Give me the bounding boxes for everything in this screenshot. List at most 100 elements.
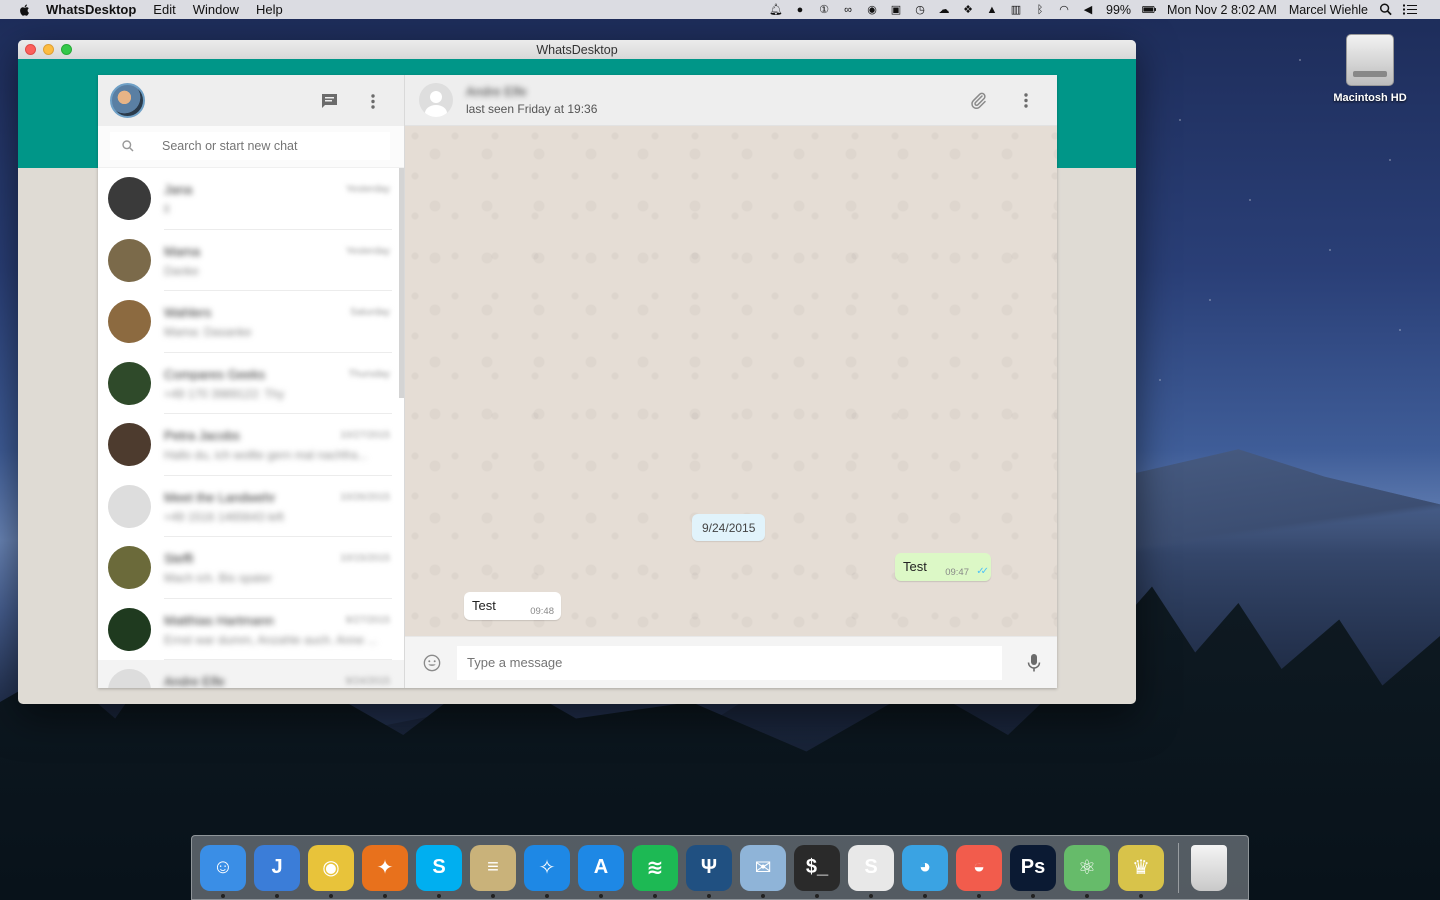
dock-app-firefox-icon[interactable]: ✦ xyxy=(362,844,408,898)
dock-app-finder-icon[interactable]: ☺ xyxy=(200,844,246,898)
attach-icon[interactable] xyxy=(969,91,987,109)
dock-app-cyberduck-icon[interactable]: ♛ xyxy=(1118,844,1164,898)
chat-list-item[interactable]: Mama Danke Yesterday xyxy=(98,230,404,291)
chat-list-scrollbar[interactable] xyxy=(399,168,404,398)
spotlight-search-icon[interactable] xyxy=(1379,3,1393,16)
search-box[interactable] xyxy=(110,132,390,160)
my-avatar[interactable] xyxy=(110,83,145,118)
dock-app-slack-icon[interactable]: S xyxy=(848,844,894,898)
glasses-icon[interactable]: ∞ xyxy=(841,3,855,16)
conversation-pane: Andre Elfe last seen Friday at 19:36 9/2… xyxy=(405,75,1057,688)
dock-app-sequel-icon[interactable]: ≡ xyxy=(470,844,516,898)
dock-app-glyph: Ps xyxy=(1020,856,1046,878)
dock-app-app-store-icon[interactable]: A xyxy=(578,844,624,898)
notification-bell-icon[interactable]: 🔔︎ xyxy=(769,3,783,16)
drive-icon[interactable]: ▲ xyxy=(985,3,999,16)
notification-center-icon[interactable] xyxy=(1403,3,1417,16)
chat-time: 10/15/2015 xyxy=(339,553,390,564)
dock-app-glyph: A xyxy=(593,856,609,878)
contact-name: Andre Elfe xyxy=(466,84,527,99)
dock-app-glyph: ≡ xyxy=(487,856,499,878)
search-input[interactable] xyxy=(162,139,382,153)
chat-avatar xyxy=(108,238,151,282)
chat-avatar xyxy=(108,177,151,221)
dock-app-atom-icon[interactable]: ⚛ xyxy=(1064,844,1110,898)
volume-icon[interactable]: ◀ xyxy=(1081,3,1095,16)
chat-list-item[interactable]: Jana ll Yesterday xyxy=(98,168,404,230)
chat-avatar xyxy=(108,546,151,590)
emoji-icon[interactable] xyxy=(423,654,441,672)
dock-app-glyph: ◕ xyxy=(918,856,932,878)
chat-list-item[interactable]: Compares Geeks +49 170 3989122: Thy Thursd… xyxy=(98,353,404,414)
chat-time: 10/26/2015 xyxy=(339,491,390,503)
new-chat-icon[interactable] xyxy=(320,92,338,110)
dock-app-chrome-icon[interactable]: ◉ xyxy=(308,844,354,898)
menu-window[interactable]: Window xyxy=(193,2,239,17)
menu-help[interactable]: Help xyxy=(256,2,283,17)
zoom-window-button[interactable] xyxy=(61,44,72,55)
bluetooth-icon[interactable]: ᛒ xyxy=(1033,3,1047,16)
desktop-drive-icon[interactable]: Macintosh HD xyxy=(1330,34,1410,104)
sidebar-menu-icon[interactable] xyxy=(364,92,382,110)
alien-icon[interactable]: ● xyxy=(793,3,807,16)
message-input[interactable] xyxy=(457,645,1002,680)
incoming-message[interactable]: Test 09:48 xyxy=(464,592,561,620)
dock-app-sourcetree-icon[interactable]: Ψ xyxy=(686,844,732,898)
conversation-menu-icon[interactable] xyxy=(1017,91,1035,109)
chat-avatar xyxy=(108,423,151,467)
chat-item-body: Jana ll Yesterday xyxy=(164,168,392,230)
bracket-icon[interactable]: ▣ xyxy=(889,3,903,16)
message-text: Test xyxy=(472,598,496,613)
chat-list-item[interactable]: Andre Elfe 9/24/2015 xyxy=(98,660,404,688)
chat-list-item[interactable]: Matthias Hartmann Ernst war dumm, Anzahle… xyxy=(98,599,404,660)
battery-icon[interactable] xyxy=(1142,3,1157,16)
dock-running-indicator xyxy=(437,893,441,898)
menu-user[interactable]: Marcel Wiehle xyxy=(1289,3,1368,17)
close-window-button[interactable] xyxy=(25,44,36,55)
dock-running-indicator xyxy=(923,893,927,898)
onepassword-icon[interactable]: ① xyxy=(817,3,831,16)
dock-app-spotify-icon[interactable]: ≋ xyxy=(632,844,678,898)
apple-menu-icon[interactable] xyxy=(18,3,32,17)
chat-time: Yesterday xyxy=(345,184,390,195)
dropbox-icon[interactable]: ❖ xyxy=(961,3,975,16)
dock-app-tweetbot-icon[interactable]: ◕ xyxy=(902,844,948,898)
chat-list-item[interactable]: Wahlers Mama: Dasanke Saturday xyxy=(98,291,404,353)
dock-app-jira-icon[interactable]: J xyxy=(254,844,300,898)
conversation-header[interactable]: Andre Elfe last seen Friday at 19:36 xyxy=(405,75,1057,126)
microphone-icon[interactable] xyxy=(1025,653,1043,672)
minimize-window-button[interactable] xyxy=(43,44,54,55)
chat-time: 9/24/2015 xyxy=(345,676,391,687)
dock-running-indicator xyxy=(1031,893,1035,898)
dock-app-skype-icon[interactable]: S xyxy=(416,844,462,898)
menu-app-name[interactable]: WhatsDesktop xyxy=(46,2,136,17)
dock-app-photoshop-icon[interactable]: Ps xyxy=(1010,844,1056,898)
dock-app-preview-icon[interactable]: ✉ xyxy=(740,844,786,898)
dock-app-safari-icon[interactable]: ✧ xyxy=(524,844,570,898)
clock-icon[interactable]: ◷ xyxy=(913,3,927,16)
chat-avatar xyxy=(108,669,151,688)
window-titlebar[interactable]: WhatsDesktop xyxy=(18,40,1136,59)
memory-icon[interactable]: ▥ xyxy=(1009,3,1023,16)
battery-percent[interactable]: 99% xyxy=(1106,3,1131,17)
whatsapp-panel: JanallYesterdayMamaDankeYesterdayWahlers… xyxy=(98,75,1057,688)
chat-list-item[interactable]: Petra Jacobs Hallo du, ich wollte gern ma… xyxy=(98,414,404,476)
dock-running-indicator xyxy=(491,893,495,898)
dock-trash-icon[interactable] xyxy=(1191,844,1227,891)
read-receipt-icon: ✓✓ xyxy=(976,566,989,577)
menu-edit[interactable]: Edit xyxy=(153,2,175,17)
chat-avatar xyxy=(108,300,151,344)
eye-icon[interactable]: ◉ xyxy=(865,3,879,16)
contact-avatar[interactable] xyxy=(419,83,453,117)
menu-clock[interactable]: Mon Nov 2 8:02 AM xyxy=(1167,3,1277,17)
dock-app-terminal-icon[interactable]: $_ xyxy=(794,844,840,898)
chat-item-body: Meet the Landwehr +49 1516 1465643 left 10… xyxy=(164,476,392,537)
chat-list-item[interactable]: Steffi Mach ich. Bis spater 10/15/2015 xyxy=(98,537,404,599)
outgoing-message[interactable]: Test 09:47 ✓✓ xyxy=(895,553,991,581)
dock-app-sunrise-icon[interactable]: ◒ xyxy=(956,844,1002,898)
chat-list-item[interactable]: Meet the Landwehr +49 1516 1465643 left 10… xyxy=(98,476,404,537)
dock-app-glyph: S xyxy=(432,856,446,878)
wifi-icon[interactable]: ◠ xyxy=(1057,3,1071,16)
dock-app-glyph: Ψ xyxy=(700,856,718,878)
cloud-icon[interactable]: ☁ xyxy=(937,3,951,16)
